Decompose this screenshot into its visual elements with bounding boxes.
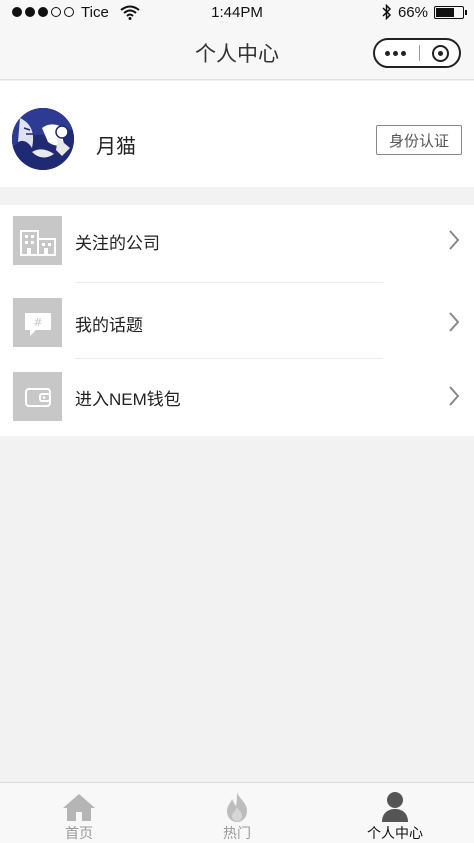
tab-profile[interactable]: 个人中心 [316,783,474,843]
menu-item-label: 我的话题 [75,316,143,335]
bluetooth-icon [382,4,392,20]
person-icon [382,792,408,822]
chevron-right-icon [449,230,460,250]
list-item-nem-wallet[interactable]: 进入NEM钱包 [0,361,474,431]
capsule-divider [418,45,420,61]
list-divider [75,282,383,283]
avatar-illustration-icon [12,108,74,170]
wallet-icon [13,372,62,421]
menu-item-label: 进入NEM钱包 [75,390,181,409]
tab-home[interactable]: 首页 [0,783,158,843]
list-item-followed-companies[interactable]: 关注的公司 [0,205,474,275]
menu-item-label: 关注的公司 [75,234,160,253]
tab-label: 首页 [65,825,93,841]
home-icon [63,794,95,821]
nav-bar: 个人中心 [0,24,474,80]
chevron-right-icon [449,386,460,406]
tab-label: 个人中心 [367,825,423,841]
profile-card: 月猫 身份认证 [0,81,474,187]
more-icon[interactable] [385,50,406,56]
building-icon [13,216,62,265]
list-item-my-topics[interactable]: # 我的话题 [0,287,474,357]
avatar[interactable] [12,108,74,170]
topic-icon: # [13,298,62,347]
username: 月猫 [96,136,136,158]
tab-hot[interactable]: 热门 [158,783,316,843]
bottom-tab-bar: 首页 热门 个人中心 [0,782,474,843]
chevron-right-icon [449,312,460,332]
list-divider [75,358,383,359]
status-bar: Tice 1:44PM 66% [0,0,474,24]
menu-list: 关注的公司 # 我的话题 进入NEM钱包 [0,205,474,436]
close-target-icon[interactable] [432,44,449,62]
tab-label: 热门 [223,825,251,841]
svg-text:#: # [33,316,42,329]
battery-percent: 66% [397,3,428,21]
battery-icon [434,5,467,19]
verify-identity-button[interactable]: 身份认证 [376,125,462,155]
flame-icon [227,792,247,822]
mini-program-capsule [373,38,461,68]
